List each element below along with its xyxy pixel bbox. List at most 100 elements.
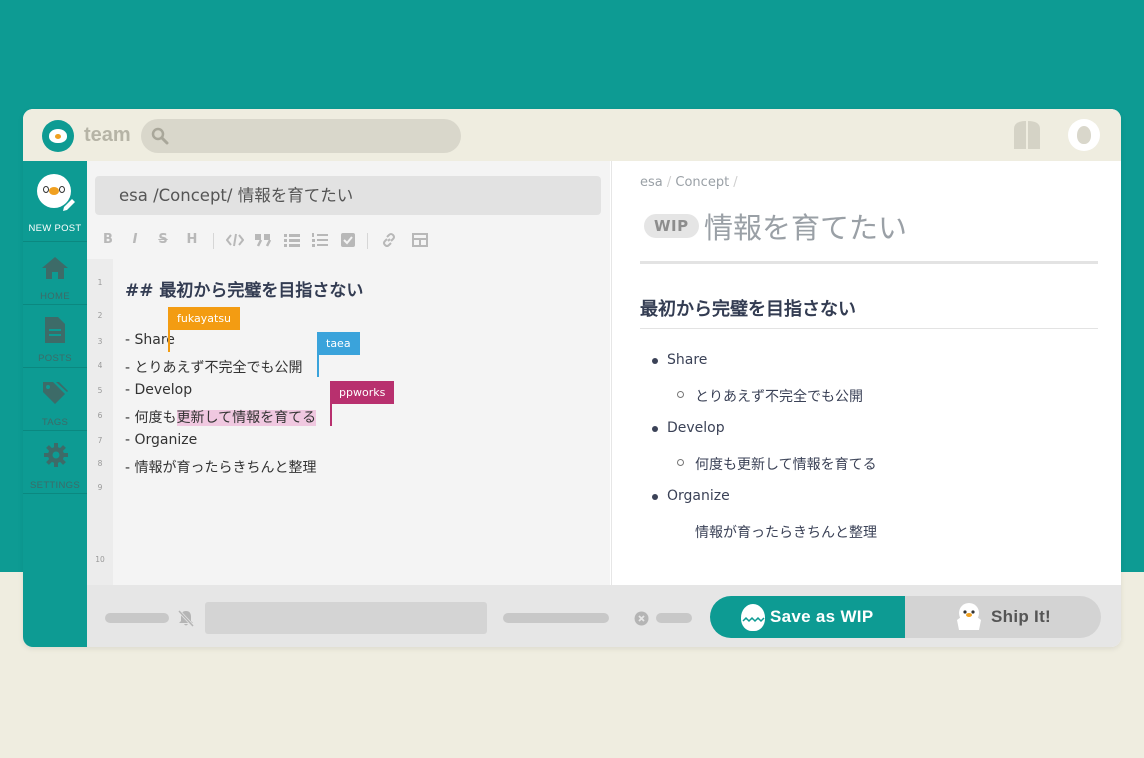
- editor-footer: Save as WIP Ship It!: [87, 585, 1121, 647]
- sidebar-item-label: NEW POST: [28, 223, 82, 234]
- bullet: [652, 494, 658, 500]
- notification-off-icon[interactable]: [177, 609, 195, 627]
- collaborator-tag-ppworks: ppworks: [330, 381, 395, 404]
- bullet: [652, 358, 658, 364]
- preview-pane: esa / Concept / WIP 情報を育てたい 最初から完璧を目指さない…: [611, 161, 1121, 585]
- preview-heading: 最初から完璧を目指さない: [640, 299, 856, 320]
- sidebar: NEW POST HOME POSTS TAGS SETTINGS: [23, 161, 87, 647]
- breadcrumb: esa / Concept /: [640, 175, 738, 190]
- sidebar-divider: [23, 493, 87, 494]
- line-number: 10: [95, 555, 105, 564]
- gear-icon: [44, 443, 68, 467]
- sidebar-item-tags[interactable]: TAGS: [23, 368, 87, 430]
- collaborator-cursor: [330, 404, 332, 426]
- heading-button[interactable]: H: [184, 231, 200, 249]
- ship-it-button[interactable]: Ship It!: [905, 596, 1101, 638]
- document-icon: [45, 317, 65, 343]
- code-line: ## 最初から完璧を目指さない: [125, 281, 364, 301]
- save-as-wip-label: Save as WIP: [770, 607, 874, 626]
- book-icon[interactable]: [1011, 119, 1043, 151]
- code-area[interactable]: ## 最初から完璧を目指さない - Share - とりあえず不完全でも公開 -…: [113, 259, 610, 585]
- sidebar-item-label: HOME: [40, 291, 70, 302]
- line-number: 6: [97, 411, 103, 420]
- link-icon[interactable]: [380, 231, 398, 249]
- list-item: 情報が育ったらきちんと整理: [695, 525, 877, 541]
- bold-button[interactable]: B: [101, 231, 115, 249]
- quote-icon[interactable]: [254, 231, 272, 249]
- line-number: 7: [97, 436, 103, 445]
- egg-icon: [741, 604, 765, 631]
- sidebar-item-new-post[interactable]: NEW POST: [23, 161, 87, 241]
- tags-icon: [43, 382, 68, 404]
- markdown-editor: esa /Concept/ 情報を育てたい B I S H 1 2 3 4 5 …: [87, 161, 610, 585]
- line-number: 9: [97, 483, 103, 492]
- sub-bullet: [677, 459, 684, 466]
- line-number: 1: [97, 278, 103, 287]
- breadcrumb-item[interactable]: esa: [640, 175, 663, 190]
- collaborator-cursor: [168, 330, 170, 352]
- esa-logo-icon[interactable]: [42, 120, 74, 152]
- toolbar-divider: [213, 233, 214, 249]
- sidebar-item-label: POSTS: [38, 353, 72, 364]
- search-input[interactable]: [141, 119, 461, 153]
- sidebar-item-label: SETTINGS: [30, 480, 80, 491]
- home-icon: [42, 257, 68, 279]
- list-item: Develop: [667, 420, 725, 436]
- toolbar-divider: [367, 233, 368, 249]
- sub-bullet: [677, 391, 684, 398]
- sidebar-item-settings[interactable]: SETTINGS: [23, 431, 87, 493]
- bullet-list-icon[interactable]: [283, 231, 301, 249]
- collaborator-tag-fukayatsu: fukayatsu: [168, 307, 241, 330]
- sidebar-item-posts[interactable]: POSTS: [23, 305, 87, 367]
- close-circle-icon[interactable]: [634, 611, 649, 626]
- post-title-input[interactable]: esa /Concept/ 情報を育てたい: [95, 176, 601, 215]
- list-item: とりあえず不完全でも公開: [695, 389, 863, 405]
- divider: [640, 261, 1098, 264]
- code-line: - 何度も更新して情報を育てる: [125, 407, 317, 427]
- code-line: - とりあえず不完全でも公開: [125, 360, 303, 376]
- post-title: 情報を育てたい: [704, 211, 908, 245]
- line-number: 2: [97, 311, 103, 320]
- user-avatar[interactable]: [1068, 119, 1100, 151]
- pencil-icon: [63, 199, 75, 211]
- sidebar-item-home[interactable]: HOME: [23, 242, 87, 304]
- numbered-list-icon[interactable]: [311, 231, 329, 249]
- line-number-gutter: 1 2 3 4 5 6 7 8 9 10: [87, 259, 113, 585]
- ship-it-label: Ship It!: [991, 607, 1051, 626]
- sidebar-item-label: TAGS: [41, 417, 69, 428]
- code-line: - Organize: [125, 432, 198, 448]
- bullet: [652, 426, 658, 432]
- code-line-text: - 何度も: [125, 410, 177, 426]
- list-item: 何度も更新して情報を育てる: [695, 457, 877, 473]
- italic-button[interactable]: I: [128, 231, 142, 249]
- checkbox-icon[interactable]: [339, 231, 357, 249]
- save-as-wip-button[interactable]: Save as WIP: [710, 596, 905, 638]
- divider: [640, 328, 1098, 329]
- team-name[interactable]: team: [84, 124, 131, 147]
- code-line: - Develop: [125, 382, 193, 398]
- placeholder-bar: [105, 613, 169, 623]
- line-number: 4: [97, 361, 103, 370]
- wip-badge: WIP: [644, 214, 699, 238]
- app-header: team: [23, 109, 1121, 161]
- table-icon[interactable]: [411, 231, 429, 249]
- list-item: Organize: [667, 488, 730, 504]
- collaborator-tag-taea: taea: [317, 332, 360, 355]
- breadcrumb-item[interactable]: Concept: [675, 175, 729, 190]
- placeholder-bar: [656, 613, 692, 623]
- app-window: team NEW POST HOME POSTS TAGS SETTINGS e…: [23, 109, 1121, 647]
- line-number: 8: [97, 459, 103, 468]
- collaborator-cursor: [317, 355, 319, 377]
- search-icon: [151, 127, 169, 145]
- message-input[interactable]: [205, 602, 487, 634]
- strikethrough-button[interactable]: S: [156, 231, 170, 249]
- list-item: Share: [667, 352, 708, 368]
- highlighted-selection: 更新して情報を育てる: [176, 410, 317, 426]
- chick-icon: [957, 603, 981, 630]
- editor-toolbar: B I S H: [87, 225, 610, 255]
- code-line: - 情報が育ったらきちんと整理: [125, 460, 317, 476]
- code-icon[interactable]: [226, 231, 244, 249]
- line-number: 5: [97, 386, 103, 395]
- line-number: 3: [97, 337, 103, 346]
- placeholder-bar: [503, 613, 609, 623]
